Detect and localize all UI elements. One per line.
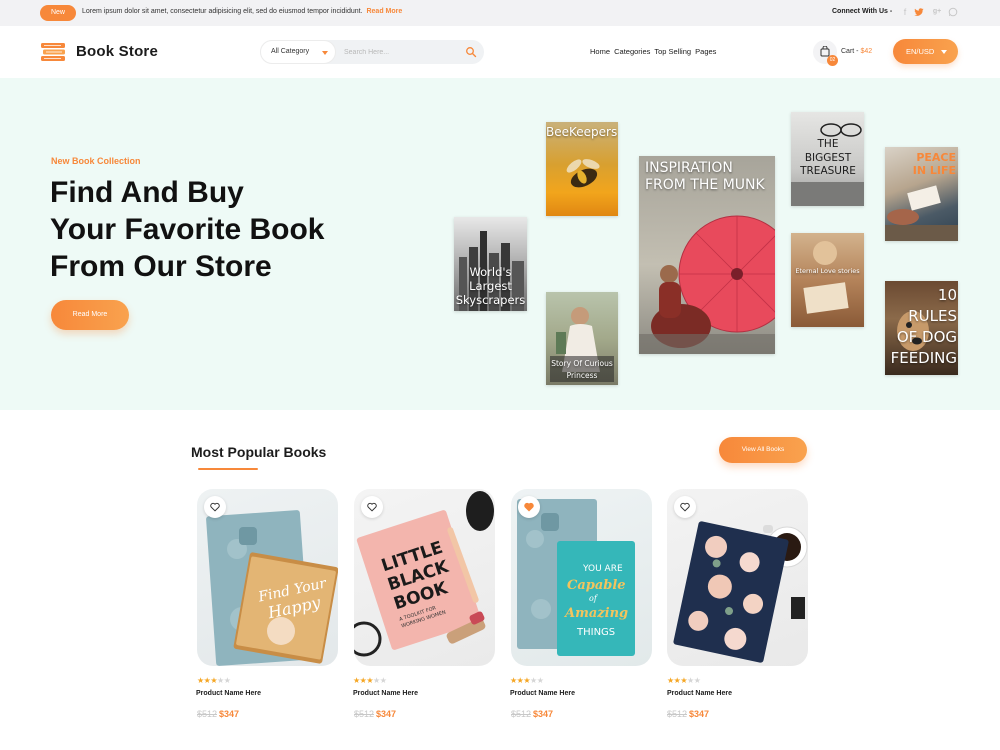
cart-count-badge: 02 [827,55,838,66]
product-price: $512 $347 [354,709,396,719]
hero-title-line: From Our Store [50,250,272,283]
chevron-down-icon [322,51,328,55]
hero-title-line: Find And Buy [50,176,244,209]
product-rating: ★★★★★ [353,676,387,685]
svg-text:YOU ARE: YOU ARE [582,564,623,574]
product-price: $512 $347 [511,709,553,719]
product-rating: ★★★★★ [197,676,231,685]
book-cover-title: 10 RULES OF DOG FEEDING [890,286,957,367]
product-card[interactable]: LITTLE BLACK BOOK A TOOLKIT FOR WORKING … [354,489,495,667]
heart-filled-icon [524,502,534,512]
cart-label: Cart - [841,48,859,55]
product-price: $512 $347 [667,709,709,719]
book-cover-peace-in-life[interactable]: PEACE IN LIFE [885,147,958,241]
product-card[interactable]: YOU ARE Capable of Amazing THINGS [511,489,652,667]
favorite-button[interactable] [361,496,383,518]
view-all-books-button[interactable]: View All Books [719,437,807,463]
hero-read-more-button[interactable]: Read More [51,300,129,330]
product-name[interactable]: Product Name Here [196,690,261,697]
announcement-text: Lorem ipsum dolor sit amet, consectetur … [82,8,402,15]
main-header: Book Store All Category Home Categories … [0,26,1000,78]
cart-amount: $42 [860,48,873,55]
favorite-button[interactable] [674,496,696,518]
product-old-price: $512 [511,709,532,719]
book-cover-beekeepers[interactable]: BeeKeepers [546,122,618,216]
reading-woman-illustration [803,241,849,314]
book-cover-the-biggest-treasure[interactable]: THE BIGGEST TREASURE [791,112,864,206]
product-rating: ★★★★★ [510,676,544,685]
book-cover-story-of-curious-princess[interactable]: Story Of Curious Princess [546,292,618,385]
search-input[interactable] [344,45,454,59]
top-announcement-bar: New Lorem ipsum dolor sit amet, consecte… [0,0,1000,26]
book-cover-title: PEACE IN LIFE [912,151,956,177]
product-sale-price: $347 [219,709,240,719]
book-cover-title: Story Of Curious Princess [551,359,613,380]
currency-select[interactable]: EN/USD [893,39,958,64]
google-plus-icon[interactable]: g+ [932,7,942,17]
favorite-button[interactable] [204,496,226,518]
heart-icon [680,502,690,512]
product-card[interactable] [667,489,808,667]
nav-top-selling[interactable]: Top Selling [654,47,691,56]
book-cover-title: INSPIRATION FROM THE MUNK [645,160,765,193]
product-card[interactable]: Find Your Happy [197,489,338,667]
books-logo-icon [41,43,65,61]
svg-text:Amazing: Amazing [563,606,628,621]
nav-home[interactable]: Home [590,47,610,56]
connect-with-us-label: Connect With Us - [832,8,893,15]
announcement-message: Lorem ipsum dolor sit amet, consectetur … [82,8,363,15]
nav-pages[interactable]: Pages [695,47,716,56]
product-rating: ★★★★★ [667,676,701,685]
product-old-price: $512 [197,709,218,719]
main-navigation: Home Categories Top Selling Pages [590,47,718,56]
announcement-read-more-link[interactable]: Read More [366,8,402,15]
book-cover-title: BeeKeepers [546,125,618,139]
product-sale-price: $347 [533,709,554,719]
category-select-label: All Category [271,48,310,55]
section-title: Most Popular Books [191,444,327,460]
cart-summary[interactable]: Cart - $42 [841,48,872,55]
section-title-underline [198,468,258,470]
product-name[interactable]: Product Name Here [667,690,732,697]
search-icon[interactable] [465,46,477,58]
product-old-price: $512 [354,709,375,719]
chevron-down-icon [941,50,947,54]
heart-icon [210,502,220,512]
book-cover-10-rules-of-dog-feeding[interactable]: 10 RULES OF DOG FEEDING [885,281,958,375]
twitter-icon[interactable] [914,7,924,17]
book-cover-title: Eternal Love stories [795,267,860,275]
facebook-icon[interactable]: f [900,7,910,17]
svg-text:THINGS: THINGS [576,627,615,638]
product-sale-price: $347 [689,709,710,719]
hero-title-line: Your Favorite Book [50,213,325,246]
favorite-button-active[interactable] [518,496,540,518]
hero-title: Find And Buy Your Favorite Book From Our… [50,174,380,285]
nav-categories[interactable]: Categories [614,47,650,56]
book-cover-title: World's Largest Skyscrapers [455,265,526,307]
new-badge: New [40,5,76,21]
currency-label: EN/USD [906,47,935,56]
whatsapp-icon[interactable] [948,7,958,17]
svg-text:Capable: Capable [567,578,626,593]
book-cover-inspiration-from-the-munk[interactable]: INSPIRATION FROM THE MUNK [639,156,775,354]
heart-icon [367,502,377,512]
category-select[interactable]: All Category [260,40,336,64]
product-old-price: $512 [667,709,688,719]
book-cover-eternal-love-stories[interactable]: Eternal Love stories [791,233,864,327]
product-name[interactable]: Product Name Here [353,690,418,697]
logo-text[interactable]: Book Store [76,43,158,60]
product-sale-price: $347 [376,709,397,719]
book-cover-worlds-largest-skyscrapers[interactable]: World's Largest Skyscrapers [454,217,527,311]
product-price: $512 $347 [197,709,239,719]
hero-subtitle: New Book Collection [51,156,141,166]
hero-section: New Book Collection Find And Buy Your Fa… [0,78,1000,410]
product-name[interactable]: Product Name Here [510,690,575,697]
search-bar: All Category [260,40,484,64]
book-cover-title: THE BIGGEST TREASURE [800,138,856,177]
